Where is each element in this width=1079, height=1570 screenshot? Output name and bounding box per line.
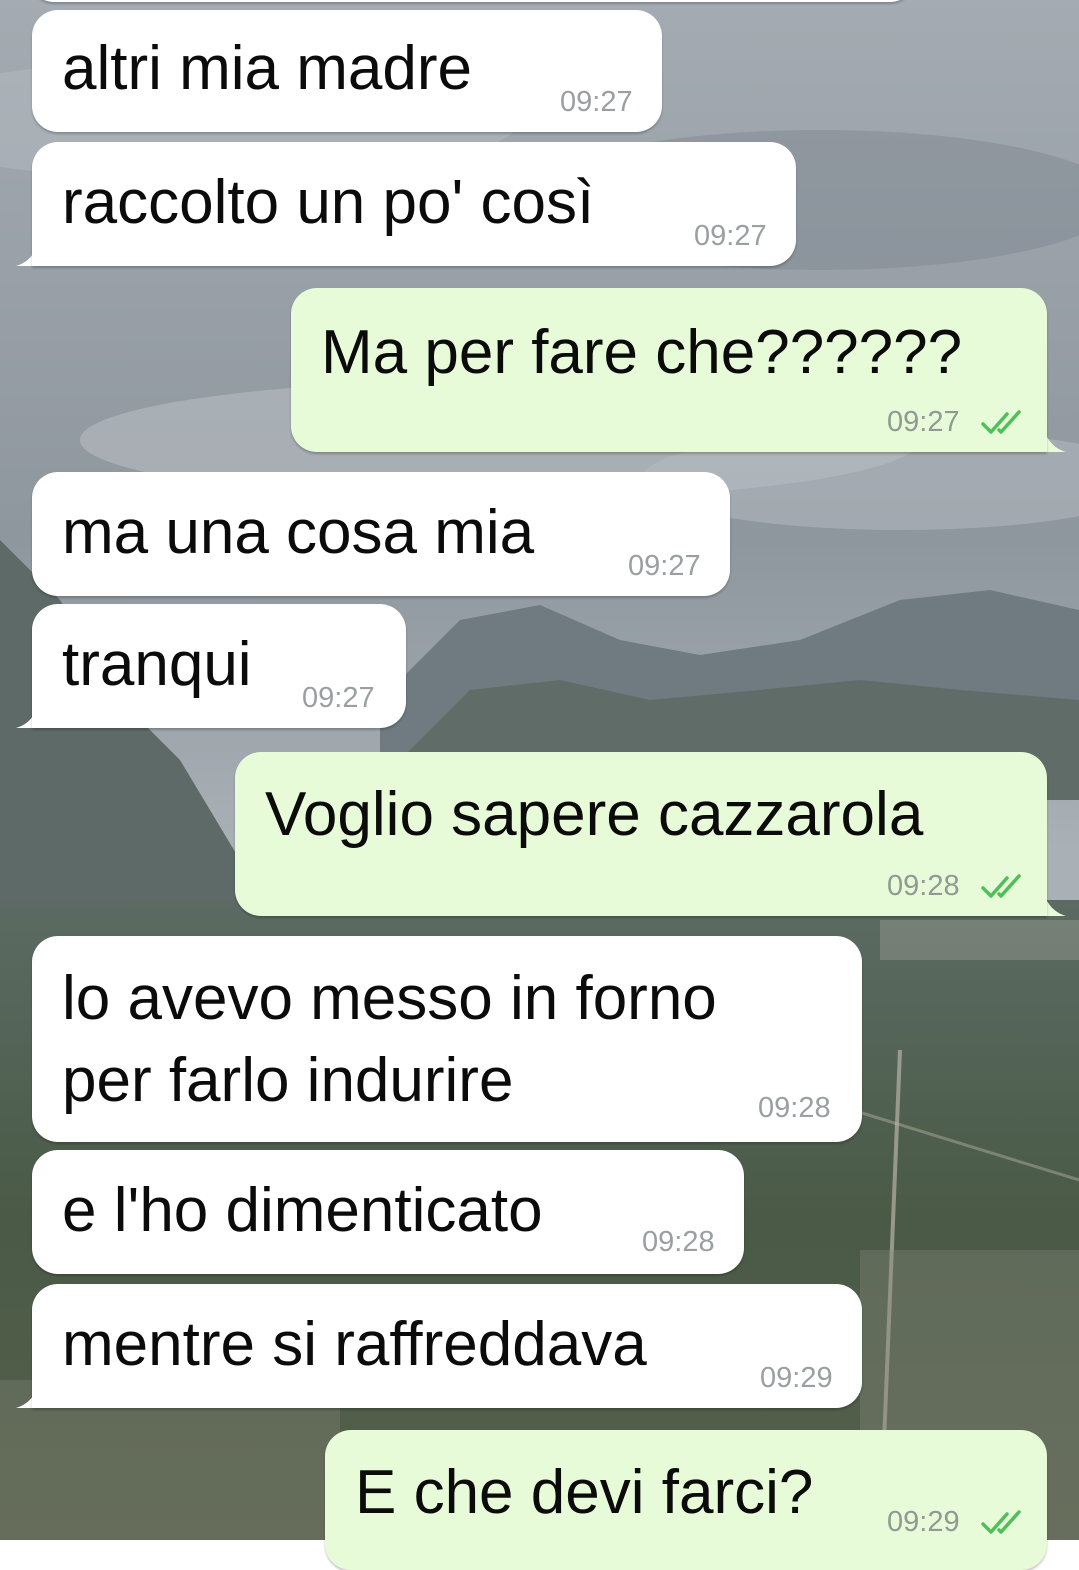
message-text: e l'ho dimenticato bbox=[62, 1170, 543, 1252]
message-line: Ma per fare che?????? bbox=[321, 318, 963, 387]
message-timestamp: 09:27 bbox=[302, 682, 375, 714]
message-text: E che devi farci? bbox=[355, 1452, 813, 1534]
message-line: altri mia madre bbox=[62, 34, 472, 103]
message-text: lo avevo messo in forno per farlo induri… bbox=[62, 958, 717, 1122]
message-bubble-incoming[interactable]: raccolto un po' così 09:27 bbox=[32, 142, 796, 266]
double-check-icon bbox=[981, 1510, 1021, 1534]
message-text: ma una cosa mia bbox=[62, 492, 534, 574]
message-text: altri mia madre bbox=[62, 28, 472, 110]
message-bubble-incoming[interactable]: ma una cosa mia 09:27 bbox=[32, 472, 730, 596]
message-timestamp: 09:27 bbox=[628, 550, 701, 582]
message-text: Ma per fare che?????? bbox=[321, 312, 962, 394]
message-line: raccolto un po' così bbox=[62, 168, 595, 237]
message-bubble-incoming[interactable]: tranqui 09:27 bbox=[32, 604, 406, 728]
message-timestamp: 09:27 bbox=[694, 220, 767, 252]
message-bubble-outgoing[interactable]: E che devi farci? 09:29 bbox=[325, 1430, 1047, 1570]
message-text: tranqui bbox=[62, 624, 252, 706]
message-line: per farlo indurire bbox=[62, 1046, 514, 1115]
message-text: Voglio sapere cazzarola bbox=[265, 774, 923, 856]
message-timestamp: 09:29 bbox=[887, 1506, 960, 1538]
message-line: ma una cosa mia bbox=[62, 498, 535, 567]
message-line: tranqui bbox=[62, 630, 252, 699]
message-bubble-outgoing[interactable]: Ma per fare che?????? 09:27 bbox=[291, 288, 1047, 452]
message-line: Voglio sapere cazzarola bbox=[265, 780, 924, 849]
message-timestamp: 09:28 bbox=[642, 1226, 715, 1258]
message-bubble-incoming-partial[interactable] bbox=[32, 0, 912, 2]
message-bubble-incoming[interactable]: altri mia madre 09:27 bbox=[32, 10, 662, 132]
message-timestamp: 09:27 bbox=[887, 406, 960, 438]
message-line: E che devi farci? bbox=[355, 1458, 814, 1527]
message-text: raccolto un po' così bbox=[62, 162, 594, 244]
message-timestamp: 09:27 bbox=[560, 86, 633, 118]
message-text: mentre si raffreddava bbox=[62, 1304, 647, 1386]
message-bubble-outgoing[interactable]: Voglio sapere cazzarola 09:28 bbox=[235, 752, 1047, 916]
message-line: lo avevo messo in forno bbox=[62, 964, 717, 1033]
message-timestamp: 09:29 bbox=[760, 1362, 833, 1394]
message-line: mentre si raffreddava bbox=[62, 1310, 647, 1379]
message-bubble-incoming[interactable]: e l'ho dimenticato 09:28 bbox=[32, 1150, 744, 1274]
double-check-icon bbox=[981, 874, 1021, 898]
message-bubble-incoming[interactable]: lo avevo messo in forno per farlo induri… bbox=[32, 936, 862, 1142]
message-timestamp: 09:28 bbox=[887, 870, 960, 902]
double-check-icon bbox=[981, 410, 1021, 434]
message-bubble-incoming[interactable]: mentre si raffreddava 09:29 bbox=[32, 1284, 862, 1408]
message-line: e l'ho dimenticato bbox=[62, 1176, 543, 1245]
message-timestamp: 09:28 bbox=[758, 1092, 831, 1124]
